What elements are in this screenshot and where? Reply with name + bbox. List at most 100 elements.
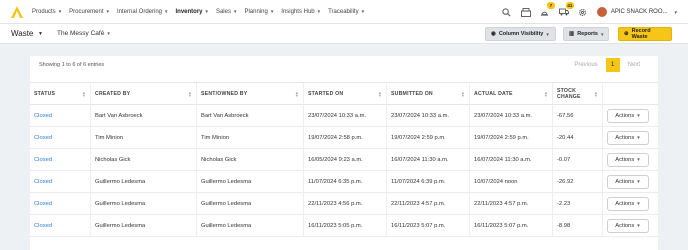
chevron-down-icon: ▼ bbox=[105, 9, 110, 14]
avatar bbox=[596, 7, 607, 17]
actions-label: Actions bbox=[615, 200, 635, 207]
reports-button[interactable]: ▥ Reports ▼ bbox=[563, 27, 609, 41]
table-row: Closed Nicholas Gick Nicholas Gick 16/05… bbox=[30, 148, 658, 171]
owned-by-cell: Nicholas Gick bbox=[196, 148, 303, 171]
actions-button[interactable]: Actions ▼ bbox=[607, 196, 649, 211]
header-label: STOCK CHANGE bbox=[557, 87, 581, 100]
actions-button[interactable]: Actions ▼ bbox=[607, 152, 649, 167]
nav-procurement-label: Procurement bbox=[69, 8, 104, 15]
gear-icon[interactable] bbox=[578, 7, 588, 17]
started-on-cell: 22/11/2023 4:56 p.m. bbox=[303, 192, 386, 215]
submitted-on-cell: 19/07/2024 2:59 p.m. bbox=[386, 126, 469, 149]
actions-button[interactable]: Actions ▼ bbox=[607, 174, 649, 189]
status-cell[interactable]: Closed bbox=[30, 105, 90, 127]
status-cell[interactable]: Closed bbox=[30, 193, 90, 215]
reports-label: Reports bbox=[577, 31, 598, 37]
stock-change-cell: -2.23 bbox=[552, 192, 602, 215]
sort-icon: ▲ ▼ bbox=[593, 89, 598, 98]
chevron-down-icon: ▼ bbox=[636, 113, 641, 118]
page-title[interactable]: Waste bbox=[11, 29, 33, 38]
waste-table-panel: Showing 1 to 6 of 6 entries Previous 1 N… bbox=[30, 56, 658, 250]
nav-products-label: Products bbox=[32, 8, 56, 15]
user-name: APIC SNACK ROO... bbox=[610, 9, 668, 15]
header-created-by[interactable]: CREATED BY ▲ ▼ bbox=[90, 82, 196, 105]
actions-cell: Actions ▼ bbox=[602, 192, 658, 215]
app-logo-icon[interactable] bbox=[10, 5, 24, 19]
chevron-down-icon: ▼ bbox=[360, 9, 366, 14]
nav-planning[interactable]: Planning ▼ bbox=[244, 9, 274, 15]
status-link[interactable]: Closed bbox=[34, 179, 52, 185]
nav-insights-hub[interactable]: Insights Hub ▼ bbox=[281, 9, 321, 15]
chevron-down-icon[interactable]: ▼ bbox=[38, 31, 43, 37]
status-cell[interactable]: Closed bbox=[30, 127, 90, 149]
box-icon[interactable]: 7 bbox=[540, 2, 555, 17]
actions-label: Actions bbox=[615, 178, 635, 185]
header-label: SUBMITTED ON bbox=[391, 90, 433, 97]
nav-traceability[interactable]: Traceability ▼ bbox=[328, 9, 365, 15]
chevron-down-icon: ▼ bbox=[636, 135, 641, 140]
chevron-down-icon: ▼ bbox=[636, 223, 641, 228]
actual-date-cell: 22/11/2023 4:57 p.m. bbox=[469, 192, 552, 215]
column-visibility-button[interactable]: ◉ Column Visibility ▼ bbox=[485, 27, 556, 41]
header-label: CREATED BY bbox=[95, 90, 131, 97]
chevron-down-icon: ▼ bbox=[673, 9, 678, 15]
truck-icon[interactable]: 41 bbox=[558, 2, 574, 17]
submitted-on-cell: 16/11/2023 5:07 p.m. bbox=[386, 214, 469, 237]
chevron-down-icon: ▼ bbox=[545, 31, 550, 37]
record-waste-button[interactable]: ⊕ Record Waste bbox=[618, 27, 672, 41]
status-cell[interactable]: Closed bbox=[30, 215, 90, 237]
sort-icon: ▲ ▼ bbox=[187, 89, 192, 98]
status-link[interactable]: Closed bbox=[34, 223, 52, 229]
table-row: Closed Guillermo Ledesma Guillermo Ledes… bbox=[30, 170, 658, 193]
pagination-page[interactable]: 1 bbox=[605, 58, 620, 72]
header-submitted-on[interactable]: SUBMITTED ON ▲ ▼ bbox=[386, 82, 469, 105]
chevron-down-icon: ▼ bbox=[232, 9, 238, 14]
nav-products[interactable]: Products ▼ bbox=[32, 9, 62, 15]
started-on-cell: 16/11/2023 5:05 p.m. bbox=[303, 214, 386, 237]
pagination-previous[interactable]: Previous bbox=[574, 62, 597, 68]
created-by-cell: Guillermo Ledesma bbox=[90, 192, 196, 215]
nav-inventory[interactable]: Inventory ▼ bbox=[175, 9, 208, 15]
submitted-on-cell: 16/07/2024 11:30 a.m. bbox=[386, 148, 469, 171]
status-link[interactable]: Closed bbox=[34, 157, 52, 163]
status-link[interactable]: Closed bbox=[34, 201, 52, 207]
header-status[interactable]: STATUS ▲ ▼ bbox=[30, 83, 90, 105]
submitted-on-cell: 22/11/2023 4:57 p.m. bbox=[386, 192, 469, 215]
chevron-down-icon: ▼ bbox=[57, 9, 63, 14]
sort-icon: ▲ ▼ bbox=[460, 89, 465, 98]
header-stock-change[interactable]: STOCK CHANGE ▲ ▼ bbox=[552, 82, 602, 105]
actions-button[interactable]: Actions ▼ bbox=[607, 218, 649, 233]
pagination-next[interactable]: Next bbox=[628, 62, 640, 68]
search-icon[interactable] bbox=[502, 7, 512, 17]
actual-date-cell: 23/07/2024 10:33 a.m. bbox=[469, 104, 552, 127]
header-sent-owned-by[interactable]: SENT/OWNED BY ▲ ▼ bbox=[196, 82, 303, 105]
nav-sales[interactable]: Sales ▼ bbox=[216, 9, 237, 15]
entries-info: Showing 1 to 6 of 6 entries bbox=[39, 62, 105, 68]
created-by-cell: Tim Minion bbox=[90, 126, 196, 149]
venue-name: The Messy Café bbox=[57, 30, 105, 37]
actions-button[interactable]: Actions ▼ bbox=[607, 130, 649, 145]
status-link[interactable]: Closed bbox=[34, 135, 52, 141]
venue-selector[interactable]: The Messy Café ▼ bbox=[57, 30, 111, 37]
owned-by-cell: Guillermo Ledesma bbox=[196, 192, 303, 215]
sort-icon: ▲ ▼ bbox=[81, 89, 86, 98]
register-icon[interactable] bbox=[520, 7, 531, 17]
status-link[interactable]: Closed bbox=[34, 113, 52, 119]
nav-procurement[interactable]: Procurement ▼ bbox=[69, 9, 110, 15]
actions-button[interactable]: Actions ▼ bbox=[607, 108, 649, 123]
owned-by-cell: Bart Van Asbroeck bbox=[196, 104, 303, 127]
created-by-cell: Nicholas Gick bbox=[90, 148, 196, 171]
main-nav: Products ▼ Procurement ▼ Internal Ordering… bbox=[32, 9, 372, 15]
header-actual-date[interactable]: ACTUAL DATE ▲ ▼ bbox=[469, 82, 552, 105]
chevron-down-icon: ▼ bbox=[636, 157, 641, 162]
status-cell[interactable]: Closed bbox=[30, 171, 90, 193]
nav-internal-ordering[interactable]: Internal Ordering ▼ bbox=[117, 9, 169, 15]
header-label: SENT/OWNED BY bbox=[201, 90, 248, 97]
actions-cell: Actions ▼ bbox=[602, 104, 658, 127]
waste-table: STATUS ▲ ▼ CREATED BY ▲ ▼ SENT/OWNED BY ▲ ▼ ST… bbox=[30, 82, 658, 237]
header-started-on[interactable]: STARTED ON ▲ ▼ bbox=[303, 82, 386, 105]
status-cell[interactable]: Closed bbox=[30, 149, 90, 171]
created-by-cell: Guillermo Ledesma bbox=[90, 170, 196, 193]
started-on-cell: 19/07/2024 2:58 p.m. bbox=[303, 126, 386, 149]
user-menu[interactable]: APIC SNACK ROO... ▼ bbox=[596, 7, 678, 17]
